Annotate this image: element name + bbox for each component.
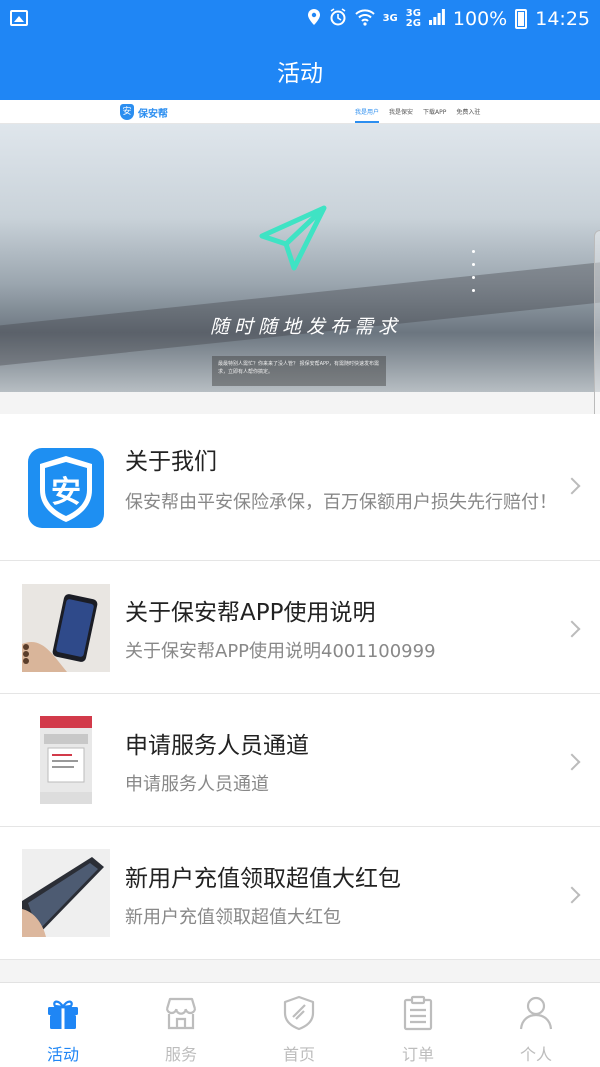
svg-text:安: 安: [51, 475, 81, 510]
app-screenshot: [22, 716, 110, 804]
battery-percent: 100%: [452, 8, 508, 30]
image-icon: [10, 10, 28, 26]
side-dot: [472, 250, 475, 253]
banner-side-dots: [472, 250, 475, 292]
item-title: 关于保安帮APP使用说明: [125, 600, 376, 626]
promo-banner[interactable]: 随时随地发布需求 最最特别人需忙？你来来了没人管？ 报保安帮APP，有需随时快速…: [0, 100, 600, 392]
wifi-icon: [354, 8, 375, 31]
shield-icon: [283, 995, 315, 1031]
list-item[interactable]: 申请服务人员通道 申请服务人员通道: [0, 694, 600, 827]
banner-slogan: 随时随地发布需求: [210, 316, 403, 338]
item-thumbnail: 安: [22, 444, 110, 532]
status-icons: 3G 3G 2G 100% 14:25: [307, 6, 590, 32]
tab-activity[interactable]: 活动: [3, 983, 123, 1067]
tab-label: 订单: [401, 1045, 434, 1064]
list-item[interactable]: 关于保安帮APP使用说明 关于保安帮APP使用说明4001100999: [0, 561, 600, 694]
banner-nav-link: 我是保安: [389, 109, 414, 116]
activity-list: 安 关于我们 保安帮由平安保险承保，百万保额用户损失先行赔付！ 关于保安帮APP…: [0, 414, 600, 960]
app-bar: 活动: [0, 38, 600, 100]
banner-nav-link: 免费入驻: [456, 109, 481, 116]
status-bar: 3G 3G 2G 100% 14:25: [0, 0, 600, 38]
signal-icon: [428, 8, 445, 30]
alarm-icon: [329, 7, 347, 31]
chevron-right-icon: [563, 620, 581, 638]
network-type-stack: 3G 2G: [406, 9, 421, 29]
item-thumbnail: [22, 584, 110, 672]
item-title: 申请服务人员通道: [125, 733, 309, 759]
side-dot: [472, 289, 475, 292]
banner-nav-link: 下载APP: [423, 109, 447, 116]
chevron-right-icon: [563, 886, 581, 904]
side-dot: [472, 263, 475, 266]
tab-home[interactable]: 首页: [239, 983, 359, 1067]
battery-icon: [515, 9, 528, 29]
clock: 14:25: [535, 8, 590, 30]
shield-logo-icon: 安: [28, 448, 104, 528]
person-icon: [519, 996, 553, 1030]
banner-nav-link: 我是用户: [355, 107, 380, 123]
tab-label: 首页: [282, 1045, 315, 1064]
banner-logo-text: 保安帮: [138, 108, 168, 120]
tab-profile[interactable]: 个人: [476, 983, 596, 1067]
clipboard-icon: [403, 995, 433, 1031]
page-title: 活动: [277, 61, 323, 87]
paper-plane-icon: [259, 205, 327, 271]
list-item[interactable]: 新用户充值领取超值大红包 新用户充值领取超值大红包: [0, 827, 600, 960]
item-description: 保安帮由平安保险承保，百万保额用户损失先行赔付！: [125, 492, 557, 513]
banner-nav-links: 我是用户 我是保安 下载APP 免费入驻: [355, 107, 480, 123]
item-description: 申请服务人员通道: [125, 774, 269, 795]
gift-icon: [48, 1000, 78, 1029]
phone-photo: [22, 584, 110, 672]
item-description: 关于保安帮APP使用说明4001100999: [125, 641, 436, 662]
tab-label: 活动: [46, 1045, 79, 1064]
phone-photo: [22, 849, 110, 937]
net-bottom-label: 2G: [405, 18, 421, 29]
banner-site-nav: 安 保安帮 我是用户 我是保安 下载APP 免费入驻: [0, 100, 600, 124]
net-left-label: 3G: [382, 13, 398, 24]
item-thumbnail: [22, 716, 110, 804]
chevron-right-icon: [563, 477, 581, 495]
banner-background: 随时随地发布需求 最最特别人需忙？你来来了没人管？ 报保安帮APP，有需随时快速…: [0, 124, 600, 392]
bottom-tab-bar: 活动 服务 首页 订单 个人: [0, 982, 600, 1067]
tab-orders[interactable]: 订单: [358, 983, 478, 1067]
tab-label: 个人: [519, 1045, 552, 1064]
tab-service[interactable]: 服务: [121, 983, 241, 1067]
shield-logo-icon: 安: [120, 104, 134, 120]
side-dot: [472, 276, 475, 279]
location-icon: [307, 8, 321, 31]
network-type-left: 3G: [383, 14, 398, 24]
item-description: 新用户充值领取超值大红包: [125, 907, 341, 928]
item-title: 关于我们: [125, 449, 217, 475]
banner-note: 最最特别人需忙？你来来了没人管？ 报保安帮APP，有需随时快速发布需求，立即有人…: [212, 356, 386, 386]
banner-logo: 安 保安帮: [120, 104, 168, 120]
tab-label: 服务: [164, 1045, 197, 1064]
item-thumbnail: [22, 849, 110, 937]
list-item[interactable]: 安 关于我们 保安帮由平安保险承保，百万保额用户损失先行赔付！: [0, 414, 600, 561]
item-title: 新用户充值领取超值大红包: [125, 866, 401, 892]
shop-icon: [165, 997, 197, 1030]
chevron-right-icon: [563, 753, 581, 771]
